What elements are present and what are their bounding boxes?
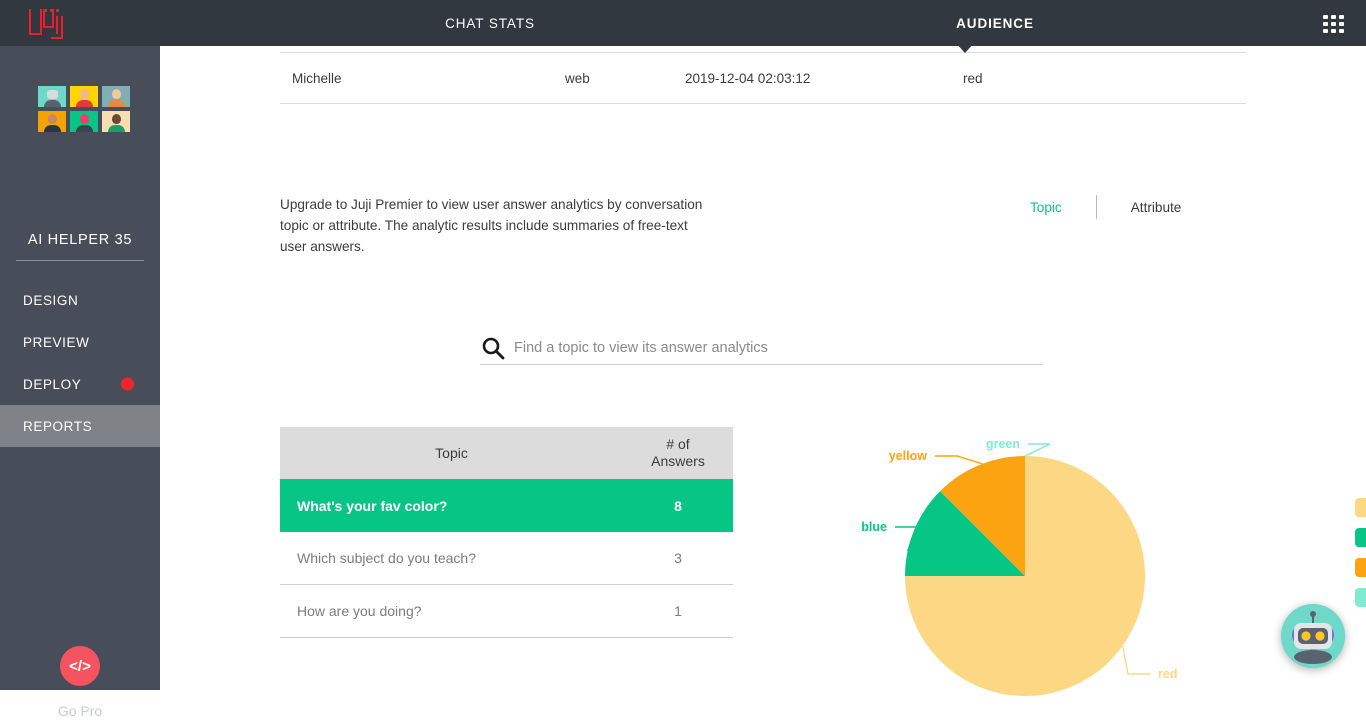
cell-answers: 3	[674, 550, 682, 566]
avatar	[102, 111, 130, 132]
avatar	[70, 111, 98, 132]
go-pro: </> Go Pro	[0, 646, 160, 719]
user-table: Michelle web 2019-12-04 02:03:12 red	[280, 52, 1246, 104]
leader-line-yellow	[935, 455, 983, 465]
tab-audience[interactable]: AUDIENCE	[900, 0, 1090, 46]
sidebar-item-label: REPORTS	[23, 418, 93, 434]
legend-item[interactable]: green	[1355, 582, 1366, 612]
code-icon[interactable]: </>	[60, 646, 100, 686]
sidebar-item-preview[interactable]: PREVIEW	[0, 321, 160, 363]
avatar	[38, 86, 66, 107]
table-row[interactable]: Which subject do you teach? 3	[280, 532, 733, 585]
topic-table: Topic # of Answers What's your fav color…	[280, 427, 733, 638]
grid-dot	[1322, 15, 1328, 20]
avatar	[70, 86, 98, 107]
avatar	[38, 111, 66, 132]
cell-answers: 8	[674, 497, 682, 514]
sidebar-item-label: PREVIEW	[23, 334, 90, 350]
sidebar-item-reports[interactable]: REPORTS	[0, 405, 160, 447]
search-icon	[482, 337, 505, 359]
bot-name: AI HELPER 35	[27, 232, 133, 248]
chart-legend: red blue yellow green	[1355, 492, 1366, 612]
toggle-divider	[1095, 195, 1097, 219]
toggle-option-attribute[interactable]: Attribute	[1131, 200, 1182, 215]
grid-apps-icon[interactable]	[1322, 15, 1344, 33]
pie-label-green: green	[986, 437, 1020, 451]
grid-dot	[1330, 28, 1336, 33]
tab-chat-stats[interactable]: CHAT STATS	[400, 0, 580, 46]
upgrade-notice: Upgrade to Juji Premier to view user ans…	[280, 197, 703, 254]
deploy-status-badge	[121, 377, 134, 391]
top-header: CHAT STATS AUDIENCE	[0, 0, 1366, 46]
audience-avatars	[38, 86, 130, 132]
cell-topic: How are you doing?	[297, 603, 422, 619]
pie-svg: red blue yellow green	[861, 437, 1177, 696]
robot-glyph	[1281, 604, 1345, 668]
juji-logo-icon	[29, 8, 63, 39]
avatar	[102, 86, 130, 107]
sidebar: AI HELPER 35 DESIGN PREVIEW DEPLOY REPOR…	[0, 46, 160, 719]
column-header-answers-line1: # of	[666, 436, 690, 452]
leader-line-green	[1024, 443, 1051, 457]
cell-timestamp: 2019-12-04 02:03:12	[685, 70, 811, 86]
legend-swatch	[1355, 587, 1366, 607]
topic-table-header: Topic # of Answers	[280, 427, 733, 479]
juji-logo[interactable]	[0, 0, 160, 46]
grid-dot	[1330, 21, 1336, 26]
column-header-answers-line2: Answers	[651, 453, 705, 469]
toggle-option-topic[interactable]: Topic	[1030, 200, 1062, 215]
cell-topic: What's your fav color?	[297, 497, 448, 514]
grid-dot	[1322, 28, 1328, 33]
cell-topic: Which subject do you teach?	[297, 550, 476, 566]
legend-swatch	[1355, 557, 1366, 577]
cell-answer: red	[963, 70, 983, 86]
active-tab-caret-icon	[955, 42, 975, 53]
grid-dot	[1338, 21, 1344, 26]
legend-item[interactable]: yellow	[1355, 552, 1366, 582]
table-row[interactable]: Michelle web 2019-12-04 02:03:12 red	[280, 53, 1246, 103]
grid-dot	[1330, 15, 1336, 20]
table-divider	[280, 103, 1246, 104]
go-pro-label[interactable]: Go Pro	[58, 703, 102, 719]
grid-dot	[1338, 15, 1344, 20]
cell-channel: web	[565, 70, 590, 86]
legend-item[interactable]: red	[1355, 492, 1366, 522]
sidebar-item-label: DEPLOY	[23, 376, 82, 392]
pie-slices	[905, 456, 1145, 696]
sidebar-item-design[interactable]: DESIGN	[0, 279, 160, 321]
sidebar-item-deploy[interactable]: DEPLOY	[0, 363, 160, 405]
column-header-topic: Topic	[435, 445, 468, 461]
search-input[interactable]	[514, 333, 1043, 362]
topic-search[interactable]	[480, 331, 1043, 365]
header-nav-tabs: CHAT STATS AUDIENCE	[160, 0, 1366, 46]
grid-dot	[1322, 21, 1328, 26]
cell-user-name: Michelle	[292, 70, 342, 86]
grid-dot	[1338, 28, 1344, 33]
sidebar-item-label: DESIGN	[23, 292, 79, 308]
legend-item[interactable]: blue	[1355, 522, 1366, 552]
sidebar-divider	[16, 260, 144, 261]
column-header-answers: # of Answers	[623, 436, 733, 470]
pie-label-yellow: yellow	[889, 449, 927, 463]
legend-swatch	[1355, 497, 1366, 517]
main-content: Michelle web 2019-12-04 02:03:12 red Upg…	[160, 46, 1366, 696]
table-row[interactable]: How are you doing? 1	[280, 585, 733, 638]
analytics-view-toggle: Topic Attribute	[1030, 195, 1181, 219]
pie-label-blue: blue	[861, 520, 887, 534]
robot-avatar-icon[interactable]	[1281, 604, 1345, 668]
leader-line-red	[1121, 645, 1150, 675]
table-row[interactable]: What's your fav color? 8	[280, 479, 733, 532]
legend-swatch	[1355, 527, 1366, 547]
cell-answers: 1	[674, 603, 682, 619]
pie-label-red: red	[1158, 667, 1177, 681]
answer-pie-chart: redblueyellowgreen red blue yellow green	[850, 424, 1366, 724]
